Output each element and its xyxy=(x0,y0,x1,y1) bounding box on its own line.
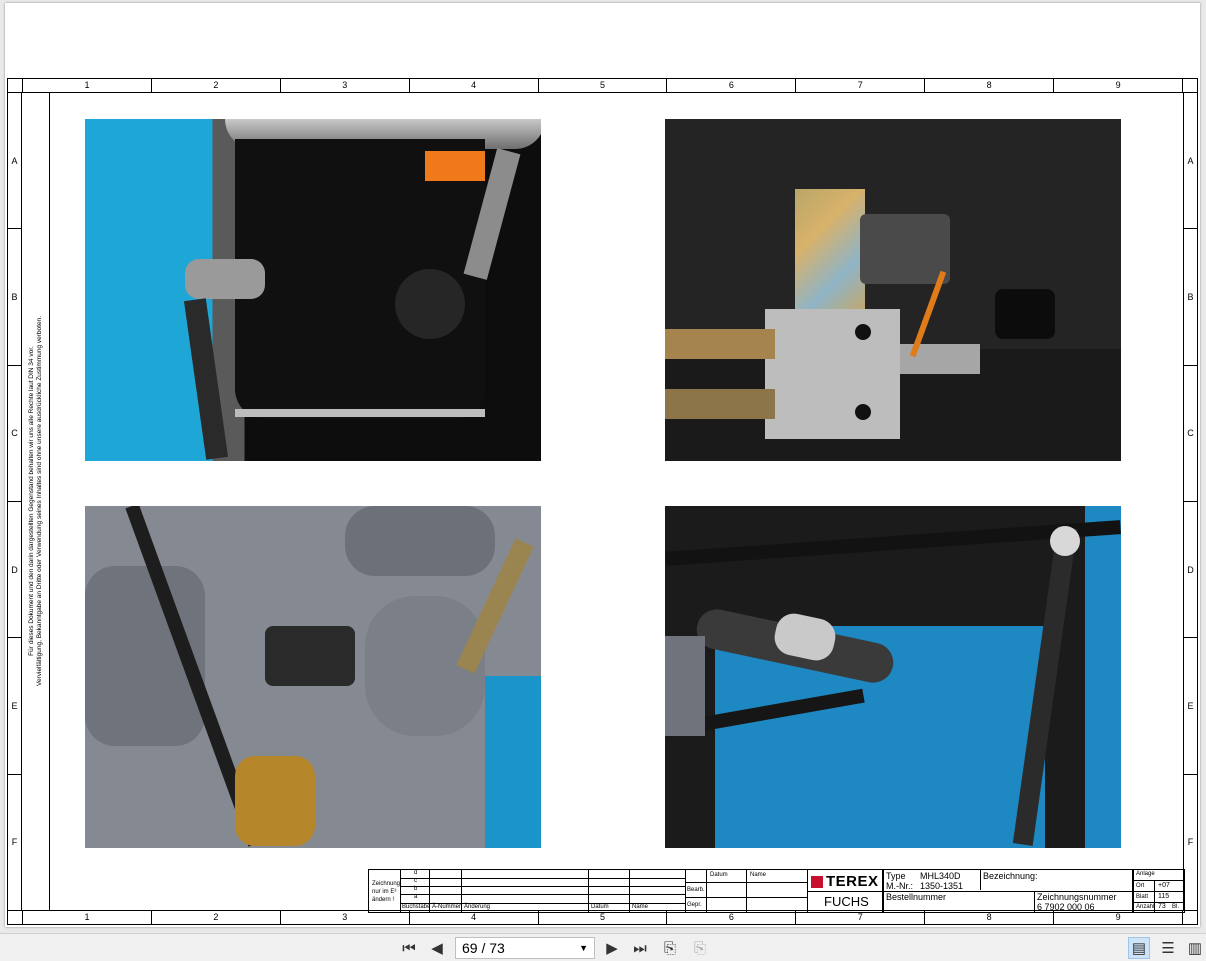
chevron-down-icon: ▼ xyxy=(579,943,588,953)
ort-value: +07 xyxy=(1158,882,1170,889)
zeichnungsnummer-value: 6 7902 000 06 xyxy=(1037,902,1095,912)
col-anummer: Ä-Nummer xyxy=(432,904,462,910)
col-label: 9 xyxy=(1054,79,1184,92)
photo-hoses-harness xyxy=(665,506,1121,848)
col-label: 5 xyxy=(539,79,668,92)
mnr-value: 1350-1351 xyxy=(920,881,964,891)
page-number-select[interactable]: 69 / 73 ▼ xyxy=(455,937,595,959)
row-label: A xyxy=(1184,93,1197,230)
bestellnummer-label: Bestellnummer xyxy=(886,892,947,902)
rev-row-a: a xyxy=(414,894,418,900)
col-label: 3 xyxy=(281,79,410,92)
copyright-line-2: Vervielfältigung, Bekanntgabe an Dritte … xyxy=(36,315,43,687)
col-label: 1 xyxy=(23,911,152,924)
photo-hydraulic-pumps xyxy=(85,506,541,848)
type-label: Type xyxy=(886,871,906,881)
row-label: C xyxy=(8,366,21,502)
blatt-value: 115 xyxy=(1158,893,1170,900)
last-page-icon[interactable]: ⏭ xyxy=(629,937,651,959)
anzahl-label: Anzahl xyxy=(1136,904,1155,910)
company-logo: TEREX FUCHS xyxy=(807,869,883,913)
row-label: E xyxy=(1184,638,1197,775)
gepr-label: Gepr. xyxy=(687,902,702,908)
col-label: 4 xyxy=(410,79,539,92)
col-buchstabe: Buchstabe xyxy=(402,904,431,910)
zeichnung-note-3: ändern ! xyxy=(372,897,395,903)
row-label: F xyxy=(11,837,18,848)
go-back-icon[interactable]: ⎘ xyxy=(659,937,681,959)
col-label: 2 xyxy=(152,911,281,924)
row-label: D xyxy=(8,502,21,639)
row-label: B xyxy=(8,229,21,366)
rev-row-c: c xyxy=(414,878,417,884)
col-aenderung: Änderung xyxy=(464,904,491,910)
col-label: 7 xyxy=(796,79,926,92)
col-datum: Datum xyxy=(591,904,609,910)
anzahl-value: 73 xyxy=(1158,903,1166,910)
row-ruler-left: A B C D E F xyxy=(8,93,22,910)
col-label: 1 xyxy=(23,79,152,92)
col-label: 6 xyxy=(667,79,797,92)
row-label: C xyxy=(1184,366,1197,502)
row-label: E xyxy=(8,638,21,775)
type-value: MHL340D xyxy=(920,871,961,881)
bezeichnung-label: Bezeichnung: xyxy=(983,871,1038,881)
continuous-view-icon[interactable]: ☰ xyxy=(1157,937,1179,959)
terex-logo-icon xyxy=(811,876,823,888)
blatt-label: Blatt xyxy=(1136,894,1149,900)
col-label: 8 xyxy=(925,79,1055,92)
row-label: B xyxy=(1184,229,1197,366)
sheet-block: Anlage Ort +07 Blatt 115 Anzahl 73 Bl. xyxy=(1133,869,1185,913)
photo-valve-block xyxy=(665,119,1121,461)
first-page-icon[interactable]: ⏮ xyxy=(398,937,420,959)
document-page: 1 2 3 4 5 6 7 8 9 A B C D E F A B C D E … xyxy=(5,3,1200,927)
row-label: A xyxy=(8,93,21,230)
mnr-label: M.-Nr.: xyxy=(886,881,913,891)
two-page-view-icon[interactable]: ▥ xyxy=(1184,937,1206,959)
approval-block: Datum Name Bearb. Gepr. xyxy=(685,869,808,913)
rev-row-b: b xyxy=(414,886,418,892)
bl-label: Bl. xyxy=(1172,904,1180,910)
datum-label: Datum xyxy=(710,872,728,878)
logo-terex: TEREX xyxy=(826,873,879,890)
go-forward-icon[interactable]: ⎘ xyxy=(689,937,711,959)
ort-label: Ort xyxy=(1136,883,1145,889)
zeichnung-note-2: nur im E³ xyxy=(372,889,397,895)
zeichnungsnummer-label: Zeichnungsnummer xyxy=(1037,892,1117,902)
logo-fuchs: FUCHS xyxy=(824,894,869,909)
single-page-view-icon[interactable]: ▤ xyxy=(1128,937,1150,959)
col-name: Name xyxy=(632,904,649,910)
copyright-line-1: Für dieses Dokument und den darin darges… xyxy=(28,346,35,656)
drawing-info-block: Type MHL340D M.-Nr.: 1350-1351 Bezeichnu… xyxy=(883,869,1133,913)
col-label: 2 xyxy=(152,79,281,92)
photo-lubrication-pump xyxy=(85,119,541,461)
revision-block: Zeichnung nur im E³ ändern ! d c b a Buc… xyxy=(368,869,686,913)
row-ruler-right: A B C D E F xyxy=(1183,93,1197,910)
page-indicator: 69 / 73 xyxy=(462,940,505,956)
row-label: D xyxy=(1184,502,1197,639)
zeichnung-note-1: Zeichnung xyxy=(372,881,401,887)
copyright-note: Für dieses Dokument und den darin darges… xyxy=(22,93,50,910)
bearb-label: Bearb. xyxy=(687,887,705,893)
previous-page-icon[interactable]: ◀ xyxy=(426,937,448,959)
rev-row-d: d xyxy=(414,870,418,876)
viewer-toolbar: ⏮ ◀ 69 / 73 ▼ ▶ ⏭ ⎘ ⎘ ▤ ☰ ▥ xyxy=(0,933,1206,961)
name-label: Name xyxy=(750,872,767,878)
next-page-icon[interactable]: ▶ xyxy=(601,937,623,959)
column-ruler-top: 1 2 3 4 5 6 7 8 9 xyxy=(8,79,1197,93)
anlage-label: Anlage xyxy=(1136,871,1155,877)
row-label: F xyxy=(1187,837,1194,848)
